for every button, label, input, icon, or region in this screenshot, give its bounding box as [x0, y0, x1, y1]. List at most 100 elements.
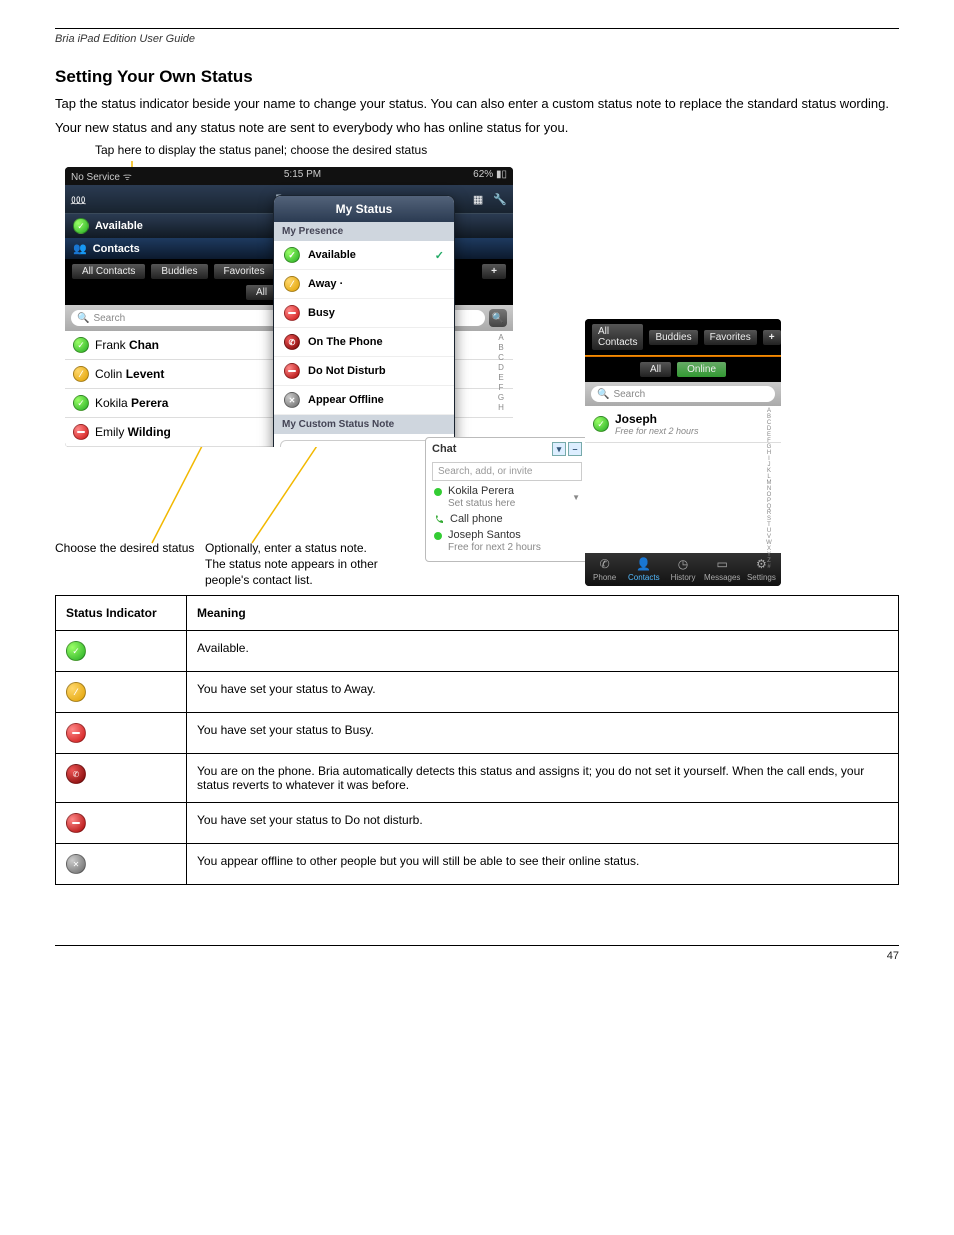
phone-icon [284, 334, 300, 350]
avail-icon [284, 247, 300, 263]
i-search-input[interactable]: 🔍 Search [591, 386, 775, 402]
status-meaning: You have set your status to Away. [187, 672, 899, 713]
presence-dot [434, 488, 442, 496]
check-icon: ✓ [435, 249, 444, 262]
i-add-button[interactable]: + [762, 329, 781, 346]
contact-name: Joseph [615, 412, 657, 426]
available-icon [73, 218, 89, 234]
i-search-placeholder: Search [613, 389, 645, 400]
table-row: You appear offline to other people but y… [56, 844, 899, 885]
index-strip[interactable]: ABCDEFGH [495, 331, 507, 447]
app-icon[interactable]: ⅏ [71, 190, 85, 209]
tab-label: History [663, 573, 702, 582]
chat-entry[interactable]: Call phone [426, 511, 588, 527]
status-note-input[interactable]: Free for next 2 hours ⓧ [280, 440, 448, 447]
chat-entry-name: Call phone [450, 513, 503, 525]
chat-panel: Chat ▾ – Search, add, or invite Kokila P… [425, 437, 589, 562]
iphone-mock: All Contacts Buddies Favorites + All Onl… [585, 319, 781, 586]
dialpad-icon[interactable]: ▦ [473, 193, 483, 206]
status-option-label: Available [308, 249, 356, 261]
statusbar-service: No Service ᯤ [71, 169, 132, 183]
contact-name: Frank Chan [95, 338, 159, 352]
tabbar-history[interactable]: ◷History [663, 553, 702, 586]
my-status-popover: My Status My Presence Available✓Away ·Bu… [273, 195, 455, 447]
contact-note: Free for next 2 hours [615, 426, 699, 436]
table-row: You have set your status to Do not distu… [56, 803, 899, 844]
tab-favorites[interactable]: Favorites [213, 263, 276, 280]
tab-icon: 👤 [624, 557, 663, 571]
status-option-phone[interactable]: On The Phone [274, 328, 454, 357]
annot-mid: Choose the desired status [55, 541, 205, 557]
dropdown-icon[interactable]: ▼ [572, 493, 580, 502]
away-icon [284, 276, 300, 292]
chat-dropdown-icon[interactable]: ▾ [552, 442, 566, 456]
status-option-label: On The Phone [308, 336, 383, 348]
status-icon [73, 337, 89, 353]
i-tab-buddies[interactable]: Buddies [648, 329, 698, 346]
list-item[interactable]: Joseph Free for next 2 hours [585, 406, 781, 443]
dnd-icon [284, 363, 300, 379]
status-option-busy[interactable]: Busy [274, 299, 454, 328]
i-tabbar: ✆ Phone👤 Contacts◷History▭Messages⚙Setting… [585, 553, 781, 586]
available-icon [593, 416, 609, 432]
tab-label: Phone [585, 573, 624, 582]
status-option-label: Appear Offline [308, 394, 384, 406]
chat-entry[interactable]: Joseph SantosFree for next 2 hours [426, 527, 588, 555]
i-contact-list[interactable]: Joseph Free for next 2 hours ABCDEFGHIJK… [585, 406, 781, 553]
off-icon [284, 392, 300, 408]
table-row: Available. [56, 631, 899, 672]
tab-buddies[interactable]: Buddies [150, 263, 208, 280]
status-icon [73, 366, 89, 382]
chat-entry[interactable]: Kokila PereraSet status here ▼ [426, 483, 588, 511]
table-row: You have set your status to Busy. [56, 713, 899, 754]
table-row: You have set your status to Away. [56, 672, 899, 713]
status-option-dnd[interactable]: Do Not Disturb [274, 357, 454, 386]
status-option-label: Away · [308, 278, 343, 290]
wrench-icon[interactable]: 🔧 [493, 193, 507, 206]
popover-section-presence: My Presence [274, 222, 454, 241]
status-option-off[interactable]: Appear Offline [274, 386, 454, 415]
off-icon [66, 854, 86, 874]
annot-top: Tap here to display the status panel; ch… [95, 143, 427, 159]
chat-entry-name: Joseph Santos [448, 529, 521, 541]
tab-icon: ✆ [585, 557, 624, 571]
tabbar-settings[interactable]: ⚙Settings [742, 553, 781, 586]
table-row: You are on the phone. Bria automatically… [56, 754, 899, 803]
search-go-button[interactable]: 🔍 [489, 309, 507, 327]
tabbar-messages[interactable]: ▭Messages [703, 553, 742, 586]
add-contact-button[interactable]: + [481, 263, 507, 280]
i-index-strip[interactable]: ABCDEFGHIJKLMNOPQRSTUVWXYZ# [763, 406, 775, 553]
status-icon [73, 395, 89, 411]
search-icon: 🔍 [597, 389, 609, 400]
header-left: Bria iPad Edition User Guide [55, 33, 195, 45]
contact-name: Colin Levent [95, 367, 164, 381]
presence-dot [434, 532, 442, 540]
status-option-avail[interactable]: Available ✓ [274, 241, 454, 270]
contacts-icon: 👥 [73, 242, 87, 255]
search-icon: 🔍 [77, 313, 89, 324]
tab-all-contacts[interactable]: All Contacts [71, 263, 146, 280]
tabbar-phone[interactable]: ✆ Phone [585, 553, 624, 586]
my-presence-label: Available [95, 220, 143, 232]
i-subtab-online[interactable]: Online [676, 361, 727, 378]
contacts-header-label: Contacts [93, 243, 140, 255]
chat-search-input[interactable]: Search, add, or invite [432, 462, 582, 481]
popover-section-note: My Custom Status Note [274, 415, 454, 434]
footer-page: 47 [887, 950, 899, 962]
phone-icon [434, 515, 444, 525]
tab-label: Contacts [624, 573, 663, 582]
status-meaning: Available. [187, 631, 899, 672]
chat-entry-name: Kokila Perera [448, 485, 514, 497]
avail-icon [66, 641, 86, 661]
i-tab-all-contacts[interactable]: All Contacts [591, 323, 644, 351]
chat-minimize-icon[interactable]: – [568, 442, 582, 456]
tab-label: Messages [703, 573, 742, 582]
status-option-away[interactable]: Away · [274, 270, 454, 299]
tabbar-contacts[interactable]: 👤 Contacts [624, 553, 663, 586]
chat-entry-sub: Set status here [448, 498, 515, 509]
status-meaning: You appear offline to other people but y… [187, 844, 899, 885]
dnd-icon [66, 813, 86, 833]
i-tab-favorites[interactable]: Favorites [703, 329, 758, 346]
contact-name: Kokila Perera [95, 396, 168, 410]
i-subtab-all[interactable]: All [639, 361, 672, 378]
